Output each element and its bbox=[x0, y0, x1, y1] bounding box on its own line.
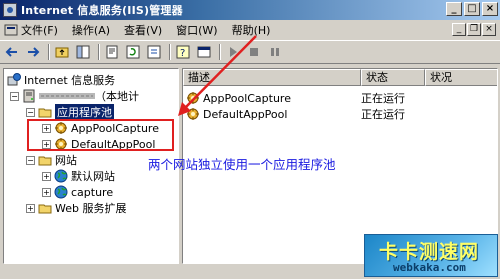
folder-icon bbox=[38, 108, 52, 118]
annotation-text: 两个网站独立使用一个应用程序池 bbox=[148, 157, 336, 172]
list-item[interactable]: AppPoolCapture 正在运行 bbox=[183, 90, 497, 106]
toolbar: ? bbox=[0, 40, 500, 64]
iis-app-icon bbox=[3, 3, 17, 17]
list-item-status: 正在运行 bbox=[361, 92, 405, 105]
tree-root[interactable]: Internet 信息服务 bbox=[7, 72, 115, 88]
tree-server[interactable]: − （本地计 bbox=[10, 88, 139, 104]
tree-server-label: （本地计 bbox=[95, 90, 139, 103]
show-tree-icon bbox=[76, 45, 90, 59]
window-controls: _ □ × bbox=[446, 2, 498, 16]
column-header-description[interactable]: 描述 bbox=[183, 69, 361, 86]
toolbar-separator bbox=[98, 44, 100, 60]
forward-button[interactable] bbox=[24, 43, 42, 61]
watermark-title: 卡卡测速网 bbox=[379, 241, 480, 263]
globe-icon bbox=[54, 169, 68, 183]
pause-icon bbox=[271, 48, 279, 56]
tree-web-extensions-label: Web 服务扩展 bbox=[55, 202, 127, 215]
menu-view-label: 查看(V) bbox=[124, 24, 163, 37]
tree-websites[interactable]: − 网站 bbox=[26, 152, 77, 168]
tree-site-1-label: 默认网站 bbox=[71, 170, 115, 183]
help-button[interactable]: ? bbox=[174, 43, 192, 61]
tree-site-2-label: capture bbox=[71, 185, 114, 199]
expander-expand[interactable]: + bbox=[42, 187, 51, 197]
menu-view[interactable]: 查看(V) bbox=[124, 21, 162, 39]
obscured-server-name bbox=[39, 93, 95, 99]
expander-expand[interactable]: + bbox=[42, 171, 51, 181]
maximize-button[interactable]: □ bbox=[464, 2, 480, 16]
menu-file-label: 文件(F) bbox=[21, 24, 58, 37]
back-button[interactable] bbox=[3, 43, 21, 61]
watermark-logo: 卡卡测速网 webkaka.com bbox=[364, 234, 498, 277]
export-button[interactable] bbox=[145, 43, 163, 61]
close-button[interactable]: × bbox=[482, 2, 498, 16]
watermark-url: webkaka.com bbox=[393, 261, 466, 274]
up-icon bbox=[55, 47, 69, 58]
menu-file[interactable]: 文件(F) bbox=[4, 21, 58, 39]
tree-web-extensions[interactable]: + Web 服务扩展 bbox=[26, 200, 126, 216]
window-title: Internet 信息服务(IIS)管理器 bbox=[21, 4, 183, 17]
menu-window[interactable]: 窗口(W) bbox=[176, 21, 217, 39]
tree-app-pools-label: 应用程序池 bbox=[55, 104, 114, 120]
tree-app-pools[interactable]: − 应用程序池 bbox=[26, 104, 114, 120]
iis-root-icon bbox=[7, 73, 21, 86]
app-pool-icon bbox=[187, 92, 199, 104]
menu-bar: 文件(F) 操作(A) 查看(V) 窗口(W) 帮助(H) _ ❐ × bbox=[0, 20, 500, 40]
back-icon bbox=[5, 47, 17, 57]
svg-text:?: ? bbox=[180, 48, 185, 59]
globe-icon bbox=[54, 185, 68, 199]
title-bar: Internet 信息服务(IIS)管理器 _ □ × bbox=[0, 0, 500, 20]
help-icon: ? bbox=[176, 45, 190, 59]
mdi-restore-button[interactable]: ❐ bbox=[467, 23, 481, 36]
stop-button[interactable] bbox=[245, 43, 263, 61]
play-button[interactable] bbox=[224, 43, 242, 61]
list-item-name: AppPoolCapture bbox=[203, 91, 291, 105]
mdi-controls: _ ❐ × bbox=[452, 23, 496, 36]
refresh-icon bbox=[126, 45, 140, 59]
properties-icon bbox=[106, 45, 118, 59]
annotation-highlight-box bbox=[27, 119, 174, 151]
mdi-close-button[interactable]: × bbox=[482, 23, 496, 36]
menu-action[interactable]: 操作(A) bbox=[72, 21, 110, 39]
mdi-minimize-button[interactable]: _ bbox=[452, 23, 466, 36]
list-item-name: DefaultAppPool bbox=[203, 107, 288, 121]
show-tree-button[interactable] bbox=[74, 43, 92, 61]
list-header: 描述 状态 状况 bbox=[183, 69, 497, 86]
column-header-status[interactable]: 状态 bbox=[361, 69, 425, 86]
expander-collapse[interactable]: − bbox=[26, 155, 35, 165]
console-icon bbox=[197, 46, 211, 58]
column-header-condition[interactable]: 状况 bbox=[425, 69, 497, 86]
play-icon bbox=[230, 47, 237, 57]
app-pool-icon bbox=[187, 108, 199, 120]
menu-action-label: 操作(A) bbox=[71, 24, 111, 37]
server-icon bbox=[23, 89, 35, 103]
menu-help[interactable]: 帮助(H) bbox=[232, 21, 271, 39]
menu-window-label: 窗口(W) bbox=[176, 24, 218, 37]
minimize-button[interactable]: _ bbox=[446, 2, 462, 16]
toolbar-separator bbox=[48, 44, 50, 60]
folder-icon bbox=[38, 204, 52, 214]
console-button[interactable] bbox=[195, 43, 213, 61]
pause-button[interactable] bbox=[266, 43, 284, 61]
tree-site-2[interactable]: + capture bbox=[42, 184, 113, 200]
expander-collapse[interactable]: − bbox=[26, 107, 35, 117]
toolbar-separator bbox=[219, 44, 221, 60]
tree-websites-label: 网站 bbox=[55, 154, 77, 167]
expander-expand[interactable]: + bbox=[26, 203, 35, 213]
toolbar-separator bbox=[169, 44, 171, 60]
up-button[interactable] bbox=[53, 43, 71, 61]
list-item-status: 正在运行 bbox=[361, 108, 405, 121]
tree-site-1[interactable]: + 默认网站 bbox=[42, 168, 115, 184]
list-item[interactable]: DefaultAppPool 正在运行 bbox=[183, 106, 497, 122]
file-menu-icon bbox=[4, 24, 18, 36]
stop-icon bbox=[250, 48, 258, 56]
forward-icon bbox=[28, 47, 40, 57]
menu-help-label: 帮助(H) bbox=[231, 24, 271, 37]
folder-icon bbox=[38, 156, 52, 166]
export-icon bbox=[147, 45, 161, 59]
refresh-button[interactable] bbox=[124, 43, 142, 61]
expander-collapse[interactable]: − bbox=[10, 91, 19, 101]
tree-root-label: Internet 信息服务 bbox=[24, 74, 116, 87]
properties-button[interactable] bbox=[103, 43, 121, 61]
